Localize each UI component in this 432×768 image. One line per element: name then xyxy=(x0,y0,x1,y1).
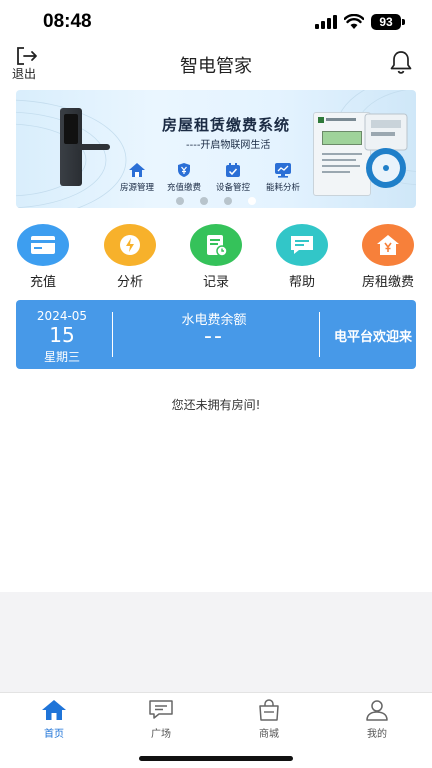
person-icon xyxy=(366,700,388,721)
date-day: 15 xyxy=(49,323,75,347)
action-analysis[interactable]: 分析 xyxy=(95,224,165,290)
banner-feature-payment: 充值缴费 xyxy=(157,162,211,193)
meter-display xyxy=(322,131,362,145)
status-time: 08:48 xyxy=(43,11,92,32)
action-label: 房租缴费 xyxy=(361,275,414,290)
carousel-dot-active[interactable] xyxy=(248,197,256,205)
tab-square[interactable]: 广场 xyxy=(121,699,201,740)
tab-label: 我的 xyxy=(367,729,387,740)
lightning-icon xyxy=(120,235,140,255)
battery-tip xyxy=(402,19,405,25)
action-icon-circle xyxy=(276,224,328,266)
calendar-check-icon xyxy=(226,163,240,177)
date-block: 2024-05 15 星期三 xyxy=(16,300,108,369)
action-recharge[interactable]: 充值 xyxy=(8,224,78,290)
bell-icon[interactable] xyxy=(388,49,414,75)
action-icon-circle xyxy=(104,224,156,266)
action-label: 记录 xyxy=(202,275,229,290)
house-yen-icon xyxy=(377,235,399,255)
home-icon xyxy=(42,700,66,720)
divider xyxy=(112,312,113,357)
action-rent-payment[interactable]: 房租缴费 xyxy=(353,224,423,290)
status-bar: 08:48 93 xyxy=(0,0,432,44)
balance-value: -- xyxy=(204,324,224,349)
marquee-text: 电平台欢迎来 xyxy=(333,330,412,345)
action-icon-circle xyxy=(17,224,69,266)
message-icon xyxy=(149,700,173,719)
banner-feature-house: 房源管理 xyxy=(110,162,164,193)
cellular-signal-icon xyxy=(315,15,337,29)
wifi-icon xyxy=(344,14,364,29)
tab-home[interactable]: 首页 xyxy=(14,699,94,740)
tab-mall[interactable]: 商城 xyxy=(229,699,309,740)
tab-label: 商城 xyxy=(259,729,279,740)
house-icon xyxy=(129,163,145,177)
water-meter-image xyxy=(364,113,408,188)
tab-label: 首页 xyxy=(44,729,64,740)
carousel-dot[interactable] xyxy=(224,197,232,205)
action-label: 分析 xyxy=(116,275,143,290)
banner-title: 房屋租赁缴费系统 xyxy=(161,116,290,134)
page-title: 智电管家 xyxy=(180,56,252,77)
monitor-chart-icon xyxy=(275,163,291,178)
divider xyxy=(319,312,320,357)
carousel-dots xyxy=(16,190,416,208)
action-help[interactable]: 帮助 xyxy=(267,224,337,290)
smart-lock-keypad xyxy=(64,114,78,144)
action-label: 充值 xyxy=(29,275,56,290)
welcome-marquee: 电平台欢迎来 xyxy=(322,324,416,346)
content-footer-area xyxy=(0,592,432,693)
action-icon-circle xyxy=(190,224,242,266)
shopping-bag-icon xyxy=(259,699,279,721)
quick-actions: 充值 分析 记录 帮助 房租缴费 xyxy=(0,224,432,290)
card-icon xyxy=(31,236,55,254)
yen-shield-icon xyxy=(178,163,190,177)
carousel-dot[interactable] xyxy=(200,197,208,205)
banner-subtitle: ----开启物联网生活 xyxy=(186,140,271,151)
balance-card[interactable]: 2024-05 15 星期三 水电费余额 -- 电平台欢迎来 xyxy=(16,300,416,369)
carousel-dot[interactable] xyxy=(176,197,184,205)
date-weekday: 星期三 xyxy=(43,350,80,364)
action-icon-circle xyxy=(362,224,414,266)
home-indicator xyxy=(139,756,293,761)
banner-feature-device: 设备管控 xyxy=(206,162,260,193)
chat-icon xyxy=(291,236,313,254)
smart-lock-handle xyxy=(76,144,110,150)
header: 退出 智电管家 xyxy=(0,44,432,84)
banner-feature-energy: 能耗分析 xyxy=(256,162,310,193)
date-year-month: 2024-05 xyxy=(36,309,88,323)
action-records[interactable]: 记录 xyxy=(181,224,251,290)
tab-mine[interactable]: 我的 xyxy=(337,699,417,740)
battery-indicator: 93 xyxy=(371,14,401,30)
promo-banner[interactable]: 房屋租赁缴费系统 ----开启物联网生活 房源管理 充值缴费 设备管控 能耗分析 xyxy=(16,90,416,208)
action-label: 帮助 xyxy=(288,275,315,290)
empty-rooms-message: 您还未拥有房间! xyxy=(171,398,261,412)
document-icon xyxy=(207,235,228,257)
tab-label: 广场 xyxy=(151,729,171,740)
